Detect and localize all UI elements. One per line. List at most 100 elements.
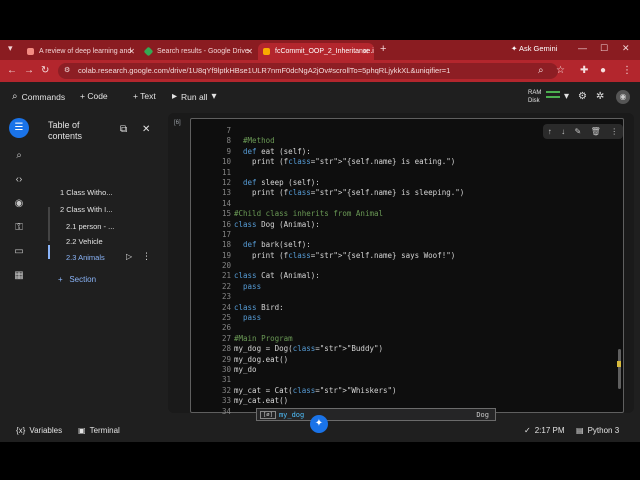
more-options-icon[interactable]: ⋮ <box>142 251 151 262</box>
open-in-tab-icon[interactable]: ⧉ <box>120 124 127 135</box>
commands-button[interactable]: ⌕ Commands <box>12 91 65 102</box>
resources-indicator[interactable]: RAM Disk <box>528 89 541 105</box>
close-icon[interactable]: ✕ <box>362 47 369 56</box>
code-line[interactable]: 32 my_cat = Cat(class="str">"Whiskers") <box>191 386 621 396</box>
code-snippets-icon[interactable]: ‹› <box>11 172 27 188</box>
code-line[interactable]: 21 class Cat (Animal): <box>191 271 621 281</box>
line-number: 16 <box>221 219 231 229</box>
colab-icon <box>263 48 270 55</box>
close-icon[interactable]: ✕ <box>128 47 135 56</box>
code-line[interactable]: 28 my_dog = Dog(class="str">"Buddy") <box>191 344 621 354</box>
line-number: 11 <box>221 167 231 177</box>
add-text-button[interactable]: + Text <box>133 91 156 101</box>
maximize-icon[interactable]: ☐ <box>600 43 608 54</box>
code-line[interactable]: 24 class Bird: <box>191 303 621 313</box>
run-section-icon[interactable]: ▷ <box>126 252 132 261</box>
toc-item[interactable]: 1 Class Witho... <box>60 188 113 197</box>
close-window-icon[interactable]: ✕ <box>622 43 630 54</box>
line-number: 12 <box>221 177 231 187</box>
avatar[interactable]: ◉ <box>616 90 630 104</box>
browser-tab-review[interactable]: A review of deep learning and ✕ <box>22 43 140 60</box>
new-tab-icon[interactable]: + <box>380 43 386 55</box>
code-line[interactable]: 16 class Dog (Animal): <box>191 220 621 230</box>
code-editor[interactable]: 78 #Method 9 def eat (self): 10 print (fcl… <box>190 118 624 416</box>
forms-table-icon[interactable]: ▦ <box>11 268 27 284</box>
code-line[interactable]: 17 <box>191 230 621 240</box>
toc-item[interactable]: 2.1 person - ... <box>66 222 114 231</box>
line-text: #Child class inherits from Animal <box>234 209 384 219</box>
line-text: #Method <box>234 136 275 146</box>
code-line[interactable]: 19 print (fclass="str">"{self.name} says… <box>191 251 621 261</box>
line-text: class Bird: <box>234 302 284 312</box>
minimize-icon[interactable]: — <box>578 43 587 53</box>
line-number: 18 <box>221 240 231 250</box>
execution-status[interactable]: ✓ 2:17 PM <box>524 426 565 435</box>
reload-icon[interactable]: ↻ <box>41 65 49 76</box>
move-down-icon[interactable]: ↓ <box>561 127 565 136</box>
line-number: 28 <box>221 344 231 354</box>
delete-icon[interactable]: 🗑 <box>591 127 601 136</box>
code-line[interactable]: 11 <box>191 168 621 178</box>
editor-scrollbar[interactable] <box>618 349 621 389</box>
move-up-icon[interactable]: ↑ <box>548 127 552 136</box>
toc-item-selected[interactable]: 2.3 Animals <box>66 253 105 262</box>
forward-icon[interactable]: → <box>24 65 34 76</box>
close-icon[interactable]: ✕ <box>142 124 150 135</box>
code-line[interactable]: 26 <box>191 323 621 333</box>
browser-tab-drive[interactable]: Search results - Google Drive ✕ <box>140 43 258 60</box>
url-field[interactable]: ⚙ colab.research.google.com/drive/1U8qYf… <box>58 63 558 79</box>
line-text <box>233 168 234 178</box>
code-line[interactable]: 12 def sleep (self): <box>191 178 621 188</box>
secrets-key-icon[interactable]: ⚿ <box>11 220 27 236</box>
code-line[interactable]: 20 <box>191 261 621 271</box>
chevron-down-icon[interactable]: ▾ <box>564 91 569 102</box>
line-text: def eat (self): <box>243 146 311 156</box>
tab-search-icon[interactable]: ▾ <box>8 43 13 54</box>
bookmark-star-icon[interactable]: ☆ <box>556 65 565 76</box>
code-line[interactable]: 30 my_do <box>191 365 621 375</box>
extensions-icon[interactable]: ✚ <box>580 65 588 76</box>
code-line[interactable]: 18 def bark(self): <box>191 240 621 250</box>
code-line[interactable]: 27 #Main Program <box>191 334 621 344</box>
code-line[interactable]: 31 <box>191 375 621 385</box>
code-line[interactable]: 22 pass <box>191 282 621 292</box>
add-section-button[interactable]: + Section <box>58 275 96 284</box>
files-folder-icon[interactable]: ▭ <box>11 244 27 260</box>
code-line[interactable]: 23 <box>191 292 621 302</box>
code-line[interactable]: 14 <box>191 199 621 209</box>
profile-icon[interactable]: ● <box>600 65 606 76</box>
tab-favicon-icon <box>27 48 34 55</box>
line-text: print (fclass="str">"{self.name} is slee… <box>234 188 465 198</box>
code-line[interactable]: 25 pass <box>191 313 621 323</box>
line-number: 7 <box>226 126 231 135</box>
toc-icon[interactable]: ☰ <box>9 118 29 138</box>
site-info-icon[interactable]: ⚙ <box>64 63 70 79</box>
code-line[interactable]: 33 my_cat.eat() <box>191 396 621 406</box>
menu-icon[interactable]: ⋮ <box>622 65 632 76</box>
settings-gear-icon[interactable]: ⚙ <box>578 91 587 102</box>
runtime-indicator[interactable]: ▤ Python 3 <box>576 426 619 435</box>
zoom-icon[interactable]: ⌕ <box>538 65 544 76</box>
close-icon[interactable]: ✕ <box>246 47 253 56</box>
browser-tab-colab[interactable]: fcCommit_OOP_2_Inheritance.i ✕ <box>258 43 374 60</box>
chevron-down-icon: ▾ <box>211 91 217 102</box>
ask-gemini-button[interactable]: ✦ Ask Gemini <box>511 44 557 53</box>
add-code-button[interactable]: + Code <box>80 91 108 101</box>
terminal-button[interactable]: ▣ Terminal <box>78 426 120 435</box>
find-icon[interactable]: ⌕ <box>11 148 27 164</box>
code-line[interactable]: 29 my_dog.eat() <box>191 355 621 365</box>
code-line[interactable]: 15 #Child class inherits from Animal <box>191 209 621 219</box>
code-line[interactable]: 9 def eat (self): <box>191 147 621 157</box>
back-icon[interactable]: ← <box>7 65 17 76</box>
gemini-sparkle-button[interactable]: ✦ <box>310 415 328 433</box>
variables-eye-icon[interactable]: ◉ <box>11 196 27 212</box>
more-options-icon[interactable]: ⋮ <box>610 127 618 136</box>
code-line[interactable]: 10 print (fclass="str">"{self.name} is e… <box>191 157 621 167</box>
toc-item[interactable]: 2.2 Vehicle <box>66 237 103 246</box>
run-all-button[interactable]: ▸ Run all ▾ <box>172 91 217 102</box>
toc-item[interactable]: 2 Class With I... <box>60 205 113 214</box>
variables-button[interactable]: {x} Variables <box>16 426 62 435</box>
edit-pencil-icon[interactable]: ✎ <box>575 127 582 136</box>
code-line[interactable]: 13 print (fclass="str">"{self.name} is s… <box>191 188 621 198</box>
gear-icon[interactable]: ✲ <box>596 91 604 102</box>
